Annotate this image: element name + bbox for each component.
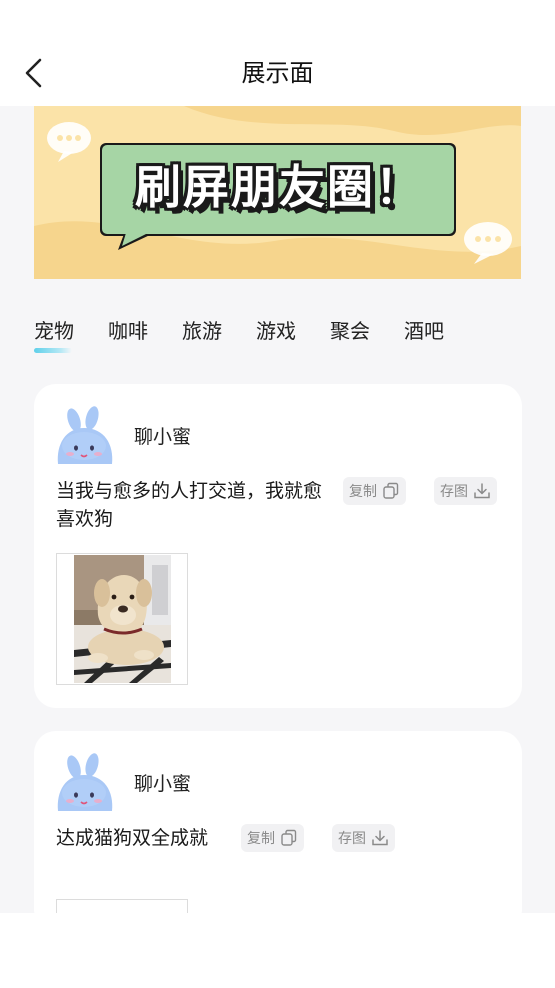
save-image-button[interactable]: 存图 [332,824,395,852]
save-image-button[interactable]: 存图 [434,477,497,505]
tab-pets[interactable]: 宠物 [34,316,74,346]
banner[interactable]: 刷屏朋友圈！ [34,106,521,279]
page-title: 展示面 [241,59,314,87]
copy-icon [281,829,297,846]
post-card: 聊小蜜 当我与愈多的人打交道，我就愈喜欢狗 复制 存图 [34,384,522,708]
download-icon [474,483,490,499]
avatar [57,406,113,464]
banner-title: 刷屏朋友圈！ [135,159,423,214]
copy-button-label: 复制 [349,484,377,500]
author-name: 聊小蜜 [134,773,192,795]
save-image-button-label: 存图 [338,831,366,847]
post-image[interactable] [56,899,188,913]
tab-travel[interactable]: 旅游 [182,316,222,346]
tab-coffee[interactable]: 咖啡 [108,316,148,346]
post-text: 达成猫狗双全成就 [56,827,209,849]
author-name: 聊小蜜 [134,426,192,448]
active-tab-indicator [34,348,72,353]
app-screen: 展示面 刷屏朋友圈！ 宠物 咖啡 旅游 游戏 聚会 酒吧 聊小蜜 当我与愈多的人… [0,0,555,913]
download-icon [372,830,388,846]
copy-icon [383,482,399,499]
post-text: 当我与愈多的人打交道，我就愈喜欢狗 [56,480,323,530]
navigation-bar: 展示面 [0,0,555,106]
post-card: 聊小蜜 达成猫狗双全成就 复制 存图 [34,731,522,913]
avatar [57,753,113,811]
copy-button-label: 复制 [247,831,275,847]
tab-games[interactable]: 游戏 [256,316,296,346]
copy-button[interactable]: 复制 [241,824,304,852]
tab-bar[interactable]: 酒吧 [404,316,444,346]
tab-party[interactable]: 聚会 [330,316,370,346]
dog-photo [74,555,171,683]
copy-button[interactable]: 复制 [343,477,406,505]
post-image[interactable] [56,553,188,685]
save-image-button-label: 存图 [440,484,468,500]
